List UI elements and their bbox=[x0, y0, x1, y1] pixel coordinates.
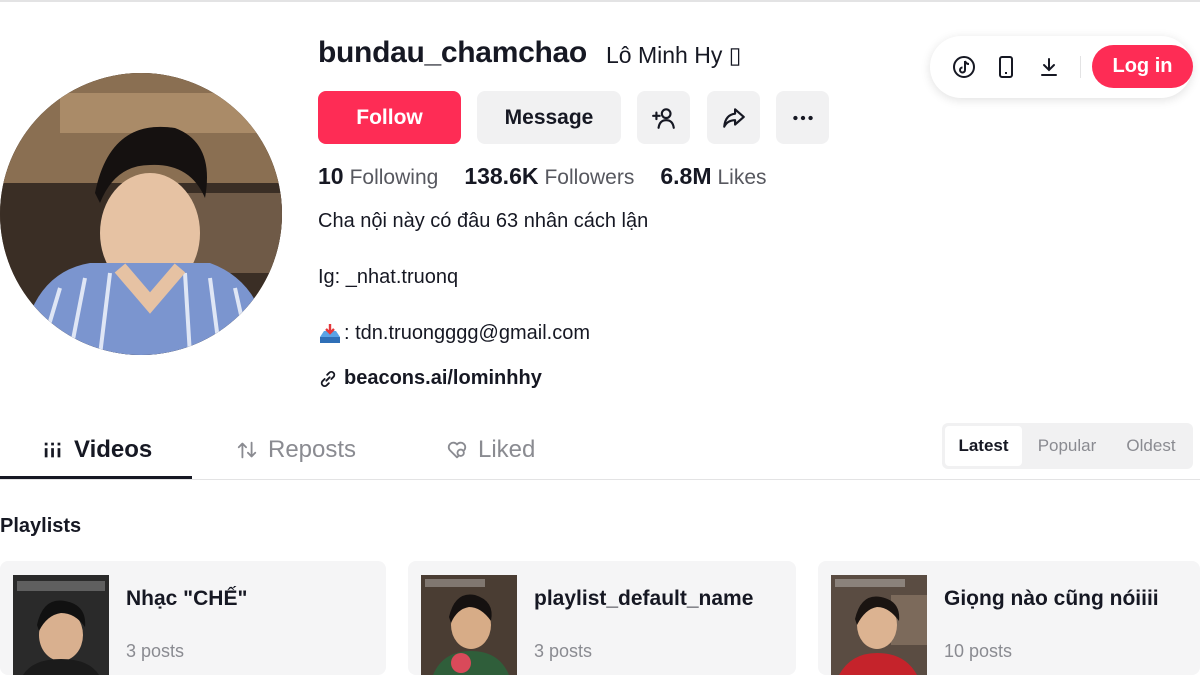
bio-line-2: Ig: _nhat.truonq bbox=[318, 266, 459, 288]
tab-videos[interactable]: Videos bbox=[42, 430, 152, 470]
playlist-post-count: 3 posts bbox=[534, 641, 593, 661]
repost-icon bbox=[237, 441, 257, 459]
tab-liked-label: Liked bbox=[478, 436, 536, 463]
tab-videos-label: Videos bbox=[74, 436, 153, 463]
tab-reposts-label: Reposts bbox=[268, 436, 357, 463]
sort-toggle: Latest Popular Oldest bbox=[942, 423, 1193, 469]
following-label: Following bbox=[349, 166, 439, 189]
grid-icon bbox=[44, 442, 61, 458]
tabs-border bbox=[0, 479, 1200, 480]
likes-count: 6.8M bbox=[660, 163, 712, 189]
bio-link-text: beacons.ai/lominhhy bbox=[344, 367, 542, 389]
more-options-button[interactable] bbox=[776, 91, 829, 144]
liked-heart-icon bbox=[447, 441, 467, 459]
sort-latest[interactable]: Latest bbox=[945, 426, 1022, 466]
bio-email: : tdn.truongggg@gmail.com bbox=[344, 322, 590, 344]
following-count: 10 bbox=[318, 163, 344, 189]
playlist-name: Nhạc "CHẾ" bbox=[126, 587, 248, 610]
tab-reposts[interactable]: Reposts bbox=[236, 430, 356, 470]
follow-button[interactable]: Follow bbox=[318, 91, 461, 144]
message-button[interactable]: Message bbox=[477, 91, 621, 144]
share-button[interactable] bbox=[707, 91, 760, 144]
stat-following[interactable]: 10 Following bbox=[318, 163, 438, 190]
add-friend-icon bbox=[651, 107, 675, 129]
username: bundau_chamchao bbox=[318, 36, 587, 69]
tiktok-icon[interactable] bbox=[952, 55, 976, 79]
share-icon bbox=[722, 107, 745, 128]
tab-liked[interactable]: Liked bbox=[446, 430, 535, 470]
likes-label: Likes bbox=[717, 166, 767, 189]
mobile-icon[interactable] bbox=[994, 55, 1018, 79]
inbox-emoji-icon bbox=[318, 323, 342, 345]
playlist-post-count: 10 posts bbox=[944, 641, 1013, 661]
playlist-post-count: 3 posts bbox=[126, 641, 185, 661]
nickname-text: Lô Minh Hy bbox=[606, 42, 723, 68]
nickname-badge: ▯ bbox=[728, 43, 742, 69]
followers-count: 138.6K bbox=[464, 163, 539, 189]
add-friend-button[interactable] bbox=[637, 91, 690, 144]
top-right-panel: Log in bbox=[930, 36, 1193, 98]
login-button[interactable]: Log in bbox=[1092, 45, 1193, 88]
stat-followers[interactable]: 138.6K Followers bbox=[464, 163, 634, 190]
bio-link[interactable]: beacons.ai/lominhhy bbox=[318, 367, 542, 390]
playlist-thumbnail bbox=[831, 575, 927, 675]
followers-label: Followers bbox=[544, 166, 635, 189]
playlist-name: Giọng nào cũng nóiiii bbox=[944, 587, 1159, 610]
bio-line-3: : tdn.truongggg@gmail.com bbox=[318, 322, 590, 345]
playlist-thumbnail bbox=[13, 575, 109, 675]
playlist-card[interactable]: Nhạc "CHẾ" 3 posts bbox=[0, 561, 386, 675]
bio-line-1: Cha nội này có đâu 63 nhân cách lận bbox=[318, 210, 649, 232]
link-icon bbox=[320, 370, 336, 387]
sort-popular[interactable]: Popular bbox=[1022, 426, 1112, 466]
more-icon bbox=[792, 115, 813, 120]
top-divider bbox=[0, 0, 1200, 2]
panel-divider bbox=[1080, 56, 1081, 78]
playlist-card[interactable]: Giọng nào cũng nóiiii 10 posts bbox=[818, 561, 1200, 675]
playlist-thumbnail bbox=[421, 575, 517, 675]
profile-stats: 10 Following 138.6K Followers 6.8M Likes bbox=[318, 163, 767, 190]
stat-likes: 6.8M Likes bbox=[660, 163, 766, 190]
nickname: Lô Minh Hy ▯ bbox=[606, 42, 741, 69]
download-icon[interactable] bbox=[1037, 55, 1061, 79]
avatar[interactable] bbox=[0, 73, 282, 355]
playlist-name: playlist_default_name bbox=[534, 587, 754, 610]
sort-oldest[interactable]: Oldest bbox=[1112, 426, 1190, 466]
playlists-heading: Playlists bbox=[0, 515, 82, 537]
playlist-card[interactable]: playlist_default_name 3 posts bbox=[408, 561, 796, 675]
